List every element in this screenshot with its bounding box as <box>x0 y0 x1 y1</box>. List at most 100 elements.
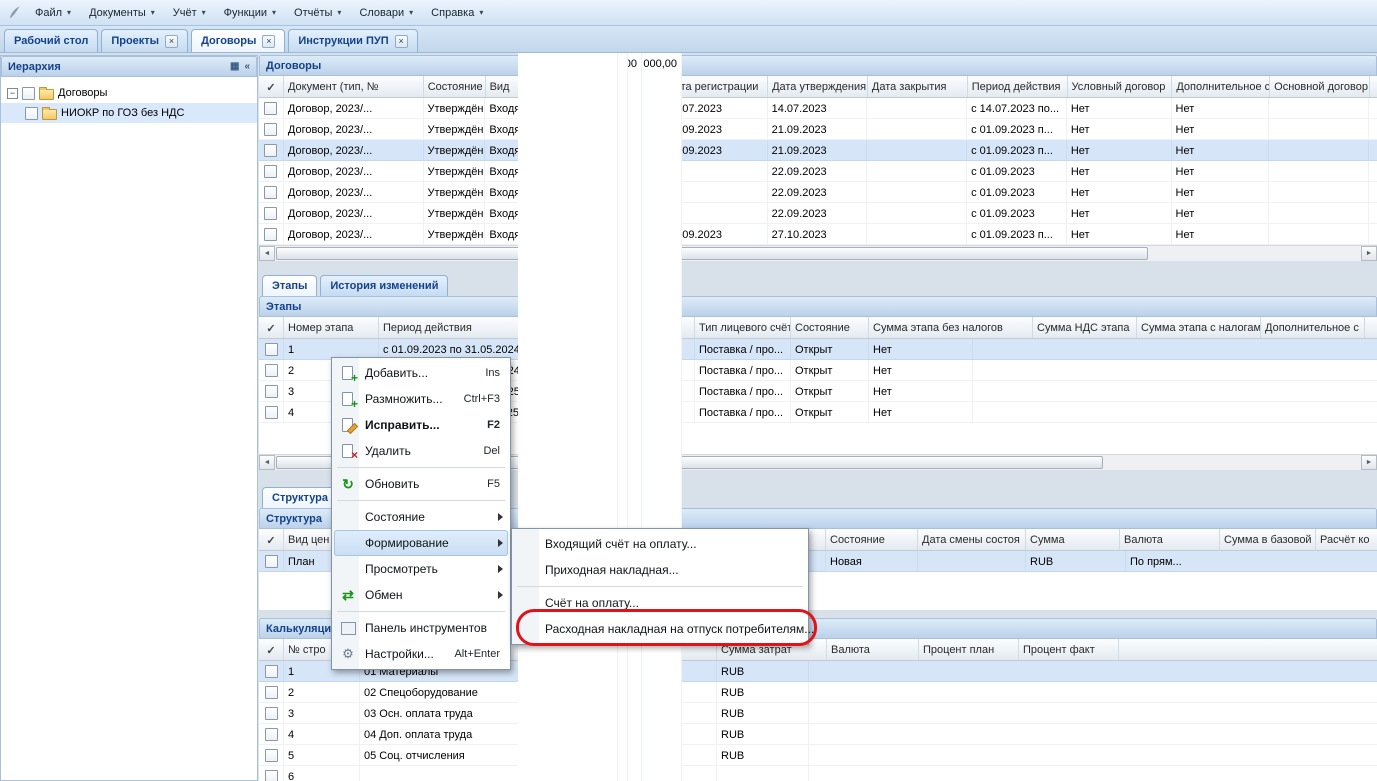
row-checkbox[interactable] <box>264 165 277 178</box>
column-header[interactable] <box>1365 317 1377 338</box>
select-column-header[interactable]: ✓ <box>259 76 284 97</box>
grid-row[interactable]: 303 Осн. оплата трудаНетПрямые25 000 000… <box>259 703 1377 724</box>
scroll-left-icon[interactable]: ◄ <box>259 246 275 261</box>
row-checkbox[interactable] <box>265 686 278 699</box>
close-icon[interactable]: × <box>165 35 178 48</box>
row-checkbox[interactable] <box>264 228 277 241</box>
grid-row[interactable]: Договор, 2023/...УтверждёнВходящий017310… <box>259 119 1377 140</box>
column-header[interactable]: Дата закрытия <box>868 76 968 97</box>
contracts-horizontal-scrollbar[interactable]: ◄ ► <box>259 245 1377 261</box>
column-header[interactable]: Состояние <box>826 529 918 550</box>
submenu-item-invoice[interactable]: Счёт на оплату... <box>514 590 806 616</box>
column-header[interactable]: Номер этапа <box>284 317 379 338</box>
menu-item-edit[interactable]: Исправить... F2 <box>334 412 508 438</box>
grid-row[interactable]: 6 <box>259 766 1377 781</box>
row-checkbox[interactable] <box>265 707 278 720</box>
column-header[interactable]: Процент план <box>919 639 1019 660</box>
tab-change-history[interactable]: История изменений <box>320 275 448 296</box>
splitter[interactable] <box>259 261 1377 273</box>
column-header[interactable]: Основной договор <box>1270 76 1370 97</box>
row-checkbox[interactable] <box>265 555 278 568</box>
select-column-header[interactable]: ✓ <box>259 317 284 338</box>
column-header[interactable]: Дополнительное с <box>1261 317 1365 338</box>
column-header[interactable]: Сумма в базовой в <box>1220 529 1316 550</box>
column-header[interactable]: Дополнительное с <box>1172 76 1270 97</box>
column-header[interactable]: Сумма этапа с налогами <box>1137 317 1261 338</box>
column-header[interactable]: Условный договор <box>1068 76 1173 97</box>
grid-row[interactable]: Договор, 2023/...УтверждёнВходящий230823… <box>259 203 1377 224</box>
column-header[interactable]: Период действия <box>968 76 1068 97</box>
tab-projects[interactable]: Проекты× <box>101 29 188 52</box>
grid-row[interactable]: 505 Соц. отчисленияНетКосвенные7 182 500… <box>259 745 1377 766</box>
row-checkbox[interactable] <box>265 728 278 741</box>
menu-item-toolbar-panel[interactable]: Панель инструментов <box>334 615 508 641</box>
grid-row[interactable]: Договор, 2023/...УтверждёнВходящий122.09… <box>259 161 1377 182</box>
grid-row[interactable]: Договор, 2023/...УтверждёнВходящий017310… <box>259 140 1377 161</box>
menu-item-duplicate[interactable]: Размножить... Ctrl+F3 <box>334 386 508 412</box>
row-checkbox[interactable] <box>265 406 278 419</box>
menu-dictionaries[interactable]: Словари▾ <box>350 3 422 23</box>
select-column-header[interactable]: ✓ <box>259 529 284 550</box>
column-header[interactable]: Дата утверждения <box>768 76 868 97</box>
menu-documents[interactable]: Документы▾ <box>80 3 164 23</box>
grid-row[interactable]: Договор, 2023/...УтверждёнВходящий017310… <box>259 224 1377 245</box>
submenu-item-outgoing-waybill[interactable]: Расходная накладная на отпуск потребител… <box>514 616 806 642</box>
column-header[interactable]: Дата смены состоя <box>918 529 1026 550</box>
row-checkbox[interactable] <box>264 186 277 199</box>
row-checkbox[interactable] <box>265 770 278 781</box>
menu-file[interactable]: Файл▾ <box>26 3 80 23</box>
tree-node-niokr[interactable]: НИОКР по ГОЗ без НДС <box>1 103 257 123</box>
tree-node-checkbox[interactable] <box>25 107 38 120</box>
collapse-node-icon[interactable]: − <box>7 88 18 99</box>
grid-row[interactable]: Договор, 2023/...УтверждёнВходящий2023/1… <box>259 98 1377 119</box>
column-header[interactable]: Валюта <box>1120 529 1220 550</box>
row-checkbox[interactable] <box>265 665 278 678</box>
close-icon[interactable]: × <box>262 35 275 48</box>
column-header[interactable]: Сумма <box>1026 529 1120 550</box>
row-checkbox[interactable] <box>264 123 277 136</box>
column-header[interactable]: Валюта <box>827 639 919 660</box>
scroll-left-icon[interactable]: ◄ <box>259 455 275 470</box>
column-header[interactable]: Расчёт ко <box>1316 529 1377 550</box>
menu-item-refresh[interactable]: ↻ Обновить F5 <box>334 471 508 497</box>
column-header[interactable] <box>1370 76 1377 97</box>
row-checkbox[interactable] <box>265 385 278 398</box>
column-header[interactable] <box>1119 639 1377 660</box>
menu-accounting[interactable]: Учёт▾ <box>164 3 215 23</box>
column-header[interactable]: Состояние <box>424 76 486 97</box>
tab-desktop[interactable]: Рабочий стол <box>4 29 98 52</box>
menu-item-exchange[interactable]: ⇄ Обмен <box>334 582 508 608</box>
column-header[interactable]: Сумма этапа без налогов <box>869 317 1033 338</box>
submenu-item-incoming-invoice[interactable]: Входящий счёт на оплату... <box>514 531 806 557</box>
column-header[interactable]: Сумма НДС этапа <box>1033 317 1137 338</box>
grid-row[interactable]: Договор, 2023/...УтверждёнВходящий017310… <box>259 182 1377 203</box>
menu-help[interactable]: Справка▾ <box>422 3 492 23</box>
row-checkbox[interactable] <box>265 343 278 356</box>
column-header[interactable]: Состояние <box>791 317 869 338</box>
collapse-panel-icon[interactable]: « <box>244 61 250 72</box>
tree-node-checkbox[interactable] <box>22 87 35 100</box>
select-column-header[interactable]: ✓ <box>259 639 284 660</box>
row-checkbox[interactable] <box>264 144 277 157</box>
column-header[interactable]: Тип лицевого счёт <box>695 317 791 338</box>
column-header[interactable]: Период действия <box>379 317 537 338</box>
column-header[interactable]: Документ (тип, № <box>284 76 424 97</box>
submenu-item-incoming-waybill[interactable]: Приходная накладная... <box>514 557 806 583</box>
menu-functions[interactable]: Функции▾ <box>215 3 285 23</box>
grid-row[interactable]: 202 СпецоборудованиеНетПрямые0,00RUB0,00… <box>259 682 1377 703</box>
scrollbar-thumb[interactable] <box>276 247 1148 260</box>
menu-reports[interactable]: Отчёты▾ <box>285 3 350 23</box>
menu-item-add[interactable]: Добавить... Ins <box>334 360 508 386</box>
tab-instructions[interactable]: Инструкции ПУП× <box>288 29 417 52</box>
row-checkbox[interactable] <box>264 102 277 115</box>
menu-item-view[interactable]: Просмотреть <box>334 556 508 582</box>
grid-view-icon[interactable]: ▦ <box>230 61 239 72</box>
menu-item-state[interactable]: Состояние <box>334 504 508 530</box>
close-icon[interactable]: × <box>395 35 408 48</box>
scroll-right-icon[interactable]: ► <box>1361 246 1377 261</box>
row-checkbox[interactable] <box>265 364 278 377</box>
tab-stages[interactable]: Этапы <box>262 275 317 296</box>
column-header[interactable]: Процент факт <box>1019 639 1119 660</box>
scroll-right-icon[interactable]: ► <box>1361 455 1377 470</box>
tab-contracts[interactable]: Договоры× <box>191 29 285 52</box>
